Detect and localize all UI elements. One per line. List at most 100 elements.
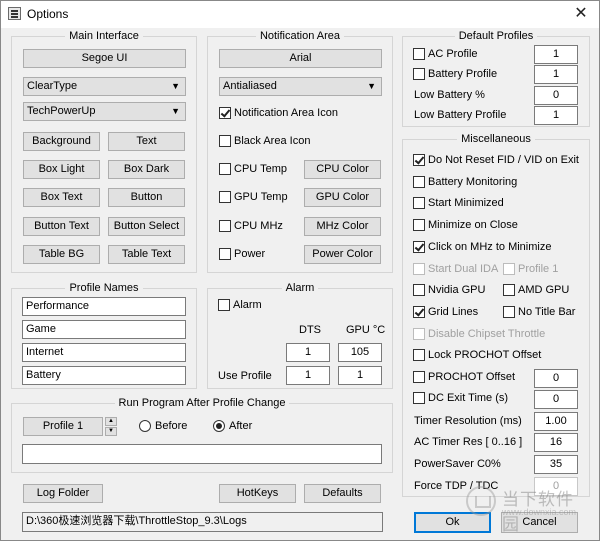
cpu-mhz-checkbox[interactable]: CPU MHz bbox=[219, 220, 283, 234]
checkbox-box bbox=[218, 299, 230, 311]
defaults-button[interactable]: Defaults bbox=[304, 484, 381, 503]
options-window: Options ✕ Main Interface Segoe UI ClearT… bbox=[0, 0, 600, 541]
alarm-checkbox[interactable]: Alarm bbox=[218, 299, 262, 313]
checkbox-label: Battery Monitoring bbox=[428, 176, 518, 188]
log-folder-button[interactable]: Log Folder bbox=[23, 484, 103, 503]
run-profile-button[interactable]: Profile 1 bbox=[23, 417, 103, 436]
lock-prochot-checkbox[interactable]: Lock PROCHOT Offset bbox=[413, 349, 541, 363]
watermark-logo-icon bbox=[466, 486, 496, 516]
checkbox-label: Start Minimized bbox=[428, 197, 504, 209]
profile-name-4-input[interactable]: Battery bbox=[22, 366, 186, 385]
after-radio[interactable]: After bbox=[213, 420, 252, 434]
checkbox-label: Nvidia GPU bbox=[428, 284, 486, 296]
box-text-color-button[interactable]: Box Text bbox=[23, 188, 100, 207]
notification-area-icon-checkbox[interactable]: Notification Area Icon bbox=[219, 107, 338, 121]
nvidia-gpu-checkbox[interactable]: Nvidia GPU bbox=[413, 284, 485, 298]
box-dark-color-button[interactable]: Box Dark bbox=[108, 160, 185, 179]
checkbox-label: Black Area Icon bbox=[234, 135, 311, 147]
radio-dot bbox=[213, 420, 225, 432]
grid-lines-checkbox[interactable]: Grid Lines bbox=[413, 306, 478, 320]
powersaver-value[interactable]: 35 bbox=[534, 455, 578, 474]
notification-smoothing-select[interactable]: Antialiased ▼ bbox=[219, 77, 382, 96]
chevron-up-icon[interactable]: ▲ bbox=[105, 417, 117, 426]
main-smoothing-select[interactable]: ClearType ▼ bbox=[23, 77, 186, 96]
main-font-button[interactable]: Segoe UI bbox=[23, 49, 186, 68]
battery-monitoring-checkbox[interactable]: Battery Monitoring bbox=[413, 176, 517, 190]
close-icon[interactable]: ✕ bbox=[569, 3, 593, 25]
checkbox-label: Alarm bbox=[233, 299, 262, 311]
battery-profile-checkbox[interactable]: Battery Profile bbox=[413, 68, 497, 82]
alarm-dts-value[interactable]: 1 bbox=[286, 343, 330, 362]
button-text-color-button[interactable]: Button Text bbox=[23, 217, 100, 236]
use-profile-dts-value[interactable]: 1 bbox=[286, 366, 330, 385]
do-not-reset-fid-checkbox[interactable]: Do Not Reset FID / VID on Exit bbox=[413, 154, 579, 168]
prochot-offset-checkbox[interactable]: PROCHOT Offset bbox=[413, 371, 515, 385]
text-color-button[interactable]: Text bbox=[108, 132, 185, 151]
chevron-down-icon[interactable]: ▼ bbox=[105, 427, 117, 436]
profile-names-title: Profile Names bbox=[65, 282, 143, 294]
button-color-button[interactable]: Button bbox=[108, 188, 185, 207]
checkbox-label: GPU Temp bbox=[234, 191, 288, 203]
profile-1-checkbox: Profile 1 bbox=[503, 263, 558, 277]
profile-name-2-input[interactable]: Game bbox=[22, 320, 186, 339]
no-title-bar-checkbox[interactable]: No Title Bar bbox=[503, 306, 575, 320]
checkbox-label: No Title Bar bbox=[518, 306, 576, 318]
table-bg-color-button[interactable]: Table BG bbox=[23, 245, 100, 264]
notification-font-button[interactable]: Arial bbox=[219, 49, 382, 68]
cpu-temp-checkbox[interactable]: CPU Temp bbox=[219, 163, 287, 177]
checkbox-label: Lock PROCHOT Offset bbox=[428, 349, 542, 361]
gpu-temp-checkbox[interactable]: GPU Temp bbox=[219, 191, 288, 205]
alarm-gpu-value[interactable]: 105 bbox=[338, 343, 382, 362]
watermark: 当下软件园 www.downxia.com bbox=[466, 482, 591, 534]
checkbox-box bbox=[503, 306, 515, 318]
chevron-down-icon: ▼ bbox=[171, 106, 180, 116]
timer-resolution-value[interactable]: 1.00 bbox=[534, 412, 578, 431]
ac-timer-res-value[interactable]: 16 bbox=[534, 433, 578, 452]
checkbox-label: Start Dual IDA bbox=[428, 263, 499, 275]
ac-timer-res-label: AC Timer Res [ 0..16 ] bbox=[414, 436, 523, 448]
checkbox-box bbox=[413, 176, 425, 188]
amd-gpu-checkbox[interactable]: AMD GPU bbox=[503, 284, 569, 298]
dc-exit-time-value[interactable]: 0 bbox=[534, 390, 578, 409]
main-theme-select[interactable]: TechPowerUp ▼ bbox=[23, 102, 186, 121]
profile-name-3-input[interactable]: Internet bbox=[22, 343, 186, 362]
main-theme-value: TechPowerUp bbox=[27, 105, 96, 117]
background-color-button[interactable]: Background bbox=[23, 132, 100, 151]
dc-exit-time-checkbox[interactable]: DC Exit Time (s) bbox=[413, 392, 508, 406]
timer-resolution-label: Timer Resolution (ms) bbox=[414, 415, 522, 427]
log-path-field: D:\360极速浏览器下载\ThrottleStop_9.3\Logs bbox=[22, 512, 383, 532]
start-dual-ida-checkbox: Start Dual IDA bbox=[413, 263, 498, 277]
low-battery-profile-value[interactable]: 1 bbox=[534, 106, 578, 125]
ac-profile-value[interactable]: 1 bbox=[534, 45, 578, 64]
notification-smoothing-value: Antialiased bbox=[223, 80, 277, 92]
profile-spinner[interactable]: ▲ ▼ bbox=[105, 417, 117, 436]
prochot-offset-value[interactable]: 0 bbox=[534, 369, 578, 388]
button-select-color-button[interactable]: Button Select bbox=[108, 217, 185, 236]
battery-profile-value[interactable]: 1 bbox=[534, 65, 578, 84]
table-text-color-button[interactable]: Table Text bbox=[108, 245, 185, 264]
checkbox-label: Profile 1 bbox=[518, 263, 559, 275]
checkbox-label: DC Exit Time (s) bbox=[428, 392, 509, 404]
box-light-color-button[interactable]: Box Light bbox=[23, 160, 100, 179]
use-profile-gpu-value[interactable]: 1 bbox=[338, 366, 382, 385]
profile-name-1-input[interactable]: Performance bbox=[22, 297, 186, 316]
start-minimized-checkbox[interactable]: Start Minimized bbox=[413, 197, 504, 211]
cpu-color-button[interactable]: CPU Color bbox=[304, 160, 381, 179]
low-battery-percent-value[interactable]: 0 bbox=[534, 86, 578, 105]
ac-profile-checkbox[interactable]: AC Profile bbox=[413, 48, 478, 62]
checkbox-box bbox=[413, 306, 425, 318]
program-path-input[interactable] bbox=[22, 444, 382, 464]
power-checkbox[interactable]: Power bbox=[219, 248, 265, 262]
before-radio[interactable]: Before bbox=[139, 420, 187, 434]
checkbox-box bbox=[413, 241, 425, 253]
radio-label: Before bbox=[155, 420, 188, 432]
black-area-icon-checkbox[interactable]: Black Area Icon bbox=[219, 135, 310, 149]
hotkeys-button[interactable]: HotKeys bbox=[219, 484, 296, 503]
click-mhz-minimize-checkbox[interactable]: Click on MHz to Minimize bbox=[413, 241, 551, 255]
mhz-color-button[interactable]: MHz Color bbox=[304, 217, 381, 236]
alarm-dts-header: DTS bbox=[299, 324, 321, 336]
minimize-on-close-checkbox[interactable]: Minimize on Close bbox=[413, 219, 518, 233]
power-color-button[interactable]: Power Color bbox=[304, 245, 381, 264]
checkbox-label: Power bbox=[234, 248, 266, 260]
gpu-color-button[interactable]: GPU Color bbox=[304, 188, 381, 207]
